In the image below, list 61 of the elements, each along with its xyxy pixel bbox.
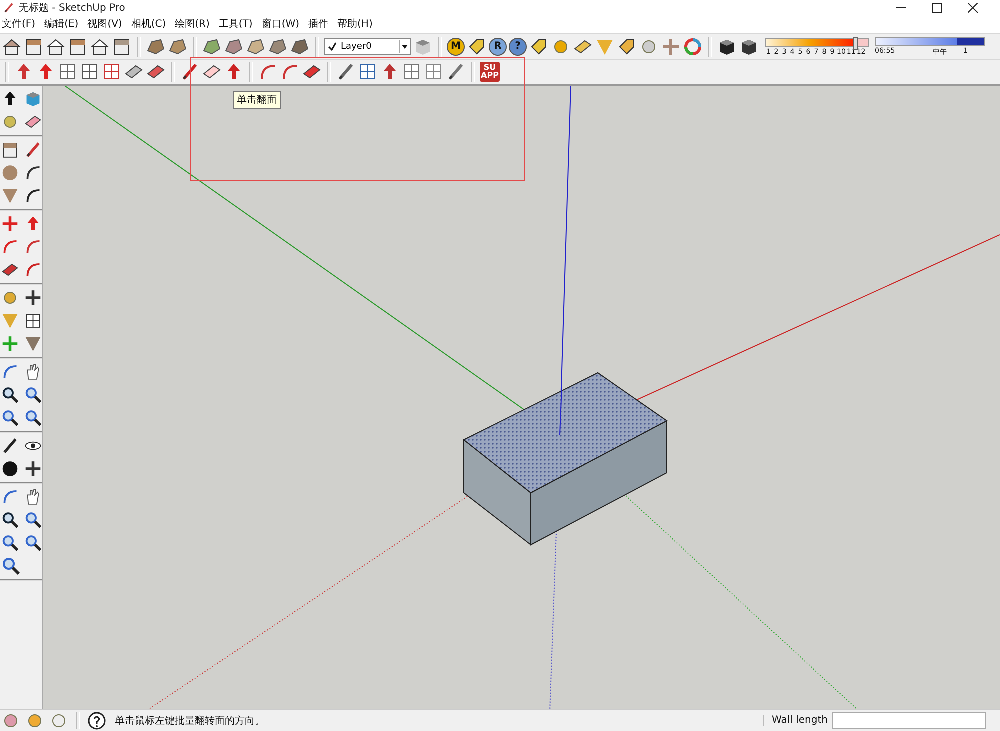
zoom-icon[interactable]	[1, 556, 21, 576]
model-viewport[interactable]: 单击翻面	[43, 86, 1000, 709]
swirl-icon[interactable]	[683, 36, 703, 56]
terrain-icon[interactable]	[168, 36, 188, 56]
menu-item[interactable]: 绘图(R)	[173, 17, 217, 31]
pencil-icon[interactable]	[336, 62, 356, 82]
zoom-icon[interactable]	[24, 385, 42, 405]
terrain-icon[interactable]	[290, 36, 310, 56]
tooltip: 单击翻面	[233, 91, 281, 109]
house-icon[interactable]	[2, 36, 22, 56]
house-icon[interactable]	[46, 36, 66, 56]
layer-name: Layer0	[341, 42, 372, 52]
terrain-icon[interactable]	[246, 36, 266, 56]
status-text: 单击鼠标左键批量翻转面的方向。	[115, 714, 265, 728]
box-icon[interactable]	[112, 36, 132, 56]
menu-item[interactable]: 相机(C)	[129, 17, 174, 31]
menu-item[interactable]: 工具(T)	[216, 17, 260, 31]
box-icon[interactable]	[68, 36, 88, 56]
zoom-icon[interactable]	[1, 385, 20, 405]
window-icon[interactable]	[402, 62, 422, 82]
tag-icon[interactable]	[467, 36, 487, 56]
slider-thumb[interactable]	[852, 36, 858, 50]
house-icon[interactable]	[90, 36, 110, 56]
zoom-icon[interactable]	[24, 533, 42, 553]
tag-icon[interactable]	[529, 36, 549, 56]
terrain-icon[interactable]	[224, 36, 244, 56]
su-app-icon[interactable]: SU APP	[480, 62, 500, 82]
menu-item[interactable]: 插件	[306, 17, 336, 31]
maximize-icon[interactable]	[932, 2, 942, 12]
help-badge[interactable]: ?	[509, 38, 527, 56]
layer-dropdown[interactable]: Layer0	[324, 38, 411, 55]
menu-item[interactable]: 视图(V)	[86, 17, 130, 31]
help-icon[interactable]	[87, 710, 107, 730]
zoom-icon[interactable]	[24, 510, 42, 530]
zoom-icon[interactable]	[24, 408, 42, 428]
menu-item[interactable]: 编辑(E)	[42, 17, 86, 31]
menu-item[interactable]: 窗口(W)	[260, 17, 307, 31]
window-icon[interactable]	[80, 62, 100, 82]
time-slider-track[interactable]	[875, 36, 985, 46]
pencil-icon[interactable]	[446, 62, 466, 82]
zoom-icon[interactable]	[1, 510, 20, 530]
plugin-badge[interactable]: R	[489, 38, 507, 56]
box-drawing[interactable]	[463, 372, 668, 546]
app-icon[interactable]	[3, 2, 15, 14]
window-icon[interactable]	[58, 62, 78, 82]
window-icon[interactable]	[424, 62, 444, 82]
terrain-icon[interactable]	[146, 36, 166, 56]
menu-item[interactable]: 文件(F)	[0, 17, 43, 31]
terrain-icon[interactable]	[268, 36, 288, 56]
cross-icon[interactable]	[661, 36, 681, 56]
menu-item[interactable]: 帮助(H)	[336, 17, 380, 31]
window-title: 无标题 - SketchUp Pro	[19, 2, 126, 14]
plugin-badge[interactable]: M	[447, 38, 465, 56]
close-icon[interactable]	[968, 2, 978, 12]
terrain-icon[interactable]	[202, 36, 222, 56]
measurements-label: Wall length	[763, 715, 828, 726]
zoom-icon[interactable]	[1, 533, 20, 553]
measurements-field[interactable]	[832, 712, 986, 729]
zoom-icon[interactable]	[1, 408, 20, 428]
caret-icon	[402, 44, 408, 48]
window-icon[interactable]	[358, 62, 378, 82]
